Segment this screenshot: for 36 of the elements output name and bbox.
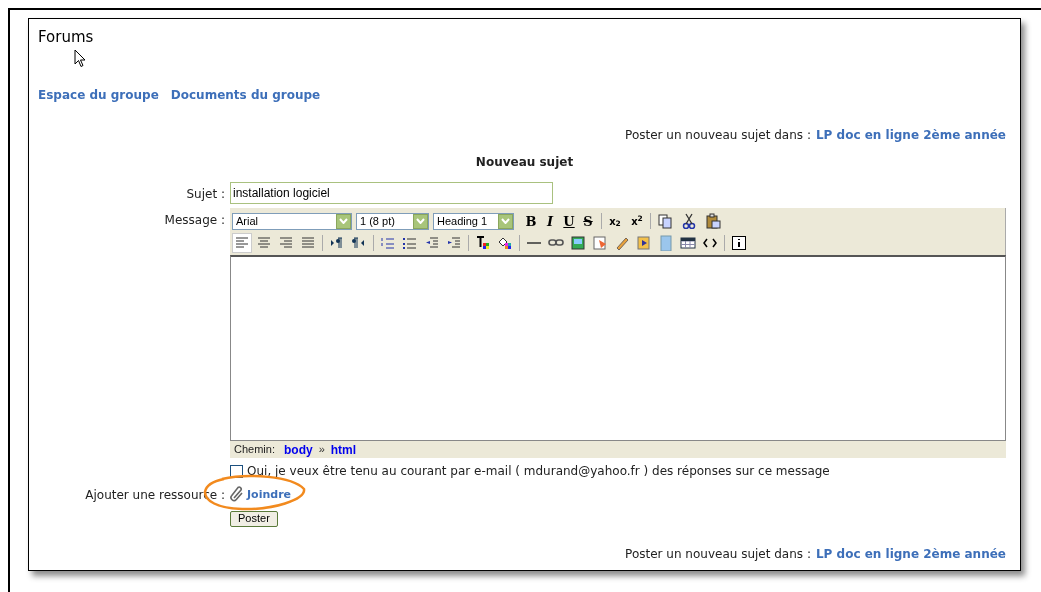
post-in-label: Poster un nouveau sujet dans :	[625, 546, 811, 563]
align-left-icon[interactable]	[232, 233, 252, 253]
subject-field[interactable]: installation logiciel	[230, 182, 553, 204]
italic-button[interactable]: I	[541, 212, 559, 230]
font-dropdown[interactable]: 1 (8 pt)	[356, 212, 429, 230]
dropdown-caret-icon	[336, 213, 351, 229]
dropdown-caret-icon	[413, 213, 428, 229]
path-label: Chemin:	[234, 442, 275, 458]
font-dropdown[interactable]: Heading 1	[433, 212, 514, 230]
path-link[interactable]: html	[330, 440, 357, 459]
path-link[interactable]: body	[283, 440, 313, 459]
field-label: Message :	[163, 212, 225, 229]
path-separator: »	[318, 442, 325, 458]
paste-icon[interactable]	[703, 211, 723, 231]
nav-link[interactable]: Espace du groupe	[38, 86, 159, 104]
cursor-icon	[74, 49, 86, 69]
forum-link[interactable]: LP doc en ligne 2ème année	[815, 545, 1006, 563]
image-icon[interactable]	[568, 233, 588, 253]
page-title: Forums	[38, 27, 94, 48]
forum-link[interactable]: LP doc en ligne 2ème année	[815, 126, 1006, 144]
copy-icon[interactable]	[655, 211, 675, 231]
bold-button[interactable]: B	[522, 212, 540, 230]
font-dropdown[interactable]: Arial	[232, 212, 352, 230]
paperclip-icon	[230, 486, 244, 502]
underline-button[interactable]: U	[560, 212, 578, 230]
post-in-label: Poster un nouveau sujet dans :	[625, 127, 811, 144]
script-button[interactable]: x$_{2}$	[606, 212, 624, 230]
nav-link[interactable]: Documents du groupe	[170, 86, 321, 104]
post-button[interactable]: Poster	[230, 510, 278, 527]
strike-button[interactable]: S	[579, 212, 597, 230]
field-label: Sujet :	[185, 186, 225, 203]
script-button[interactable]: x$^{2}$	[628, 212, 646, 230]
info-icon[interactable]	[729, 233, 749, 253]
dropdown-caret-icon	[498, 213, 513, 229]
form-heading: Nouveau sujet	[474, 154, 575, 171]
attach-link[interactable]: Joindre	[247, 486, 291, 504]
